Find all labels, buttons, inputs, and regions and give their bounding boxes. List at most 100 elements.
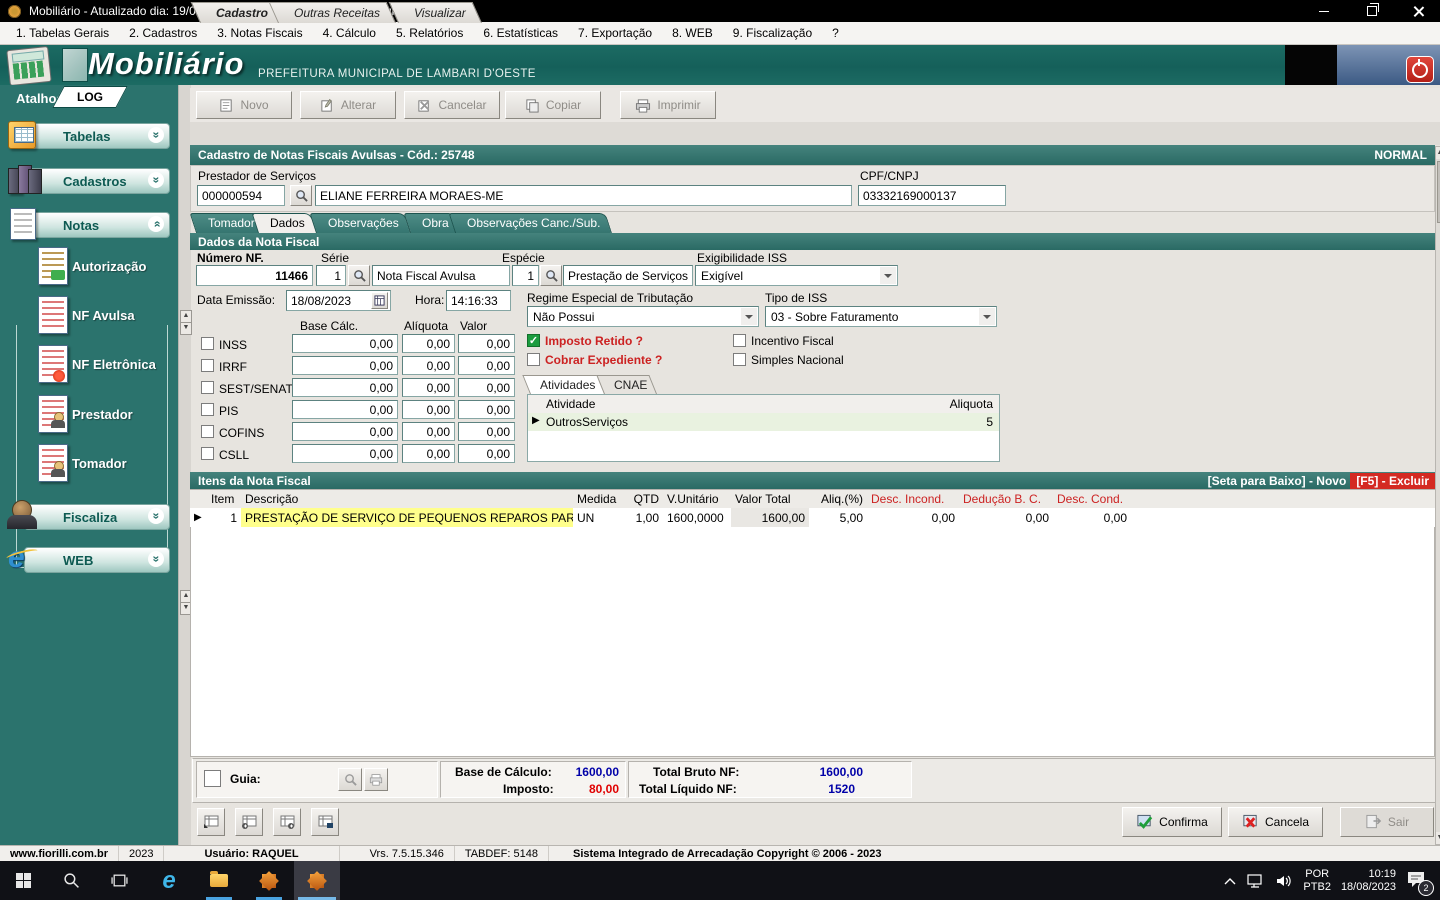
imprimir-button[interactable]: Imprimir [620,91,716,119]
col-qtd[interactable]: QTD [623,490,663,508]
sidebar-item-nf-eletronica[interactable]: NF Eletrônica [10,343,160,387]
sair-button[interactable]: Sair [1340,807,1434,837]
prestador-name-input[interactable] [315,185,852,206]
sidebar-group-fiscaliza[interactable]: Fiscaliza » [6,500,172,532]
prestador-code-input[interactable] [197,185,285,206]
clock[interactable]: 10:19 18/08/2023 [1341,868,1396,894]
hora-input[interactable] [446,290,511,311]
col-desc-incond[interactable]: Desc. Incond. [867,490,959,508]
network-icon[interactable] [1247,873,1265,888]
inss-base-input[interactable] [292,334,398,353]
task-view-button[interactable] [96,861,142,900]
tab-cnae[interactable]: CNAE [604,375,657,394]
cancelar-button[interactable]: Cancelar [404,91,500,119]
sidebar-group-web[interactable]: WEB e » [5,541,172,575]
cofins-checkbox[interactable] [201,425,214,438]
menu-item-estatisticas[interactable]: 6. Estatísticas [473,23,568,43]
nav-first-button[interactable] [197,808,225,836]
serie-input[interactable] [316,265,346,286]
col-medida[interactable]: Medida [573,490,623,508]
tab-observacoes[interactable]: Observações [316,213,411,233]
taskbar-explorer-button[interactable] [196,861,242,900]
tab-observacoes-canc[interactable]: Observações Canc./Sub. [455,213,612,233]
cpf-input[interactable] [858,185,1006,206]
sidebar-log-tab[interactable]: LOG [52,86,128,108]
serie-search-button[interactable] [348,265,370,286]
sest-aliquota-input[interactable] [402,378,455,397]
nav-next-button[interactable] [273,808,301,836]
copiar-button[interactable]: Copiar [505,91,601,119]
cofins-aliquota-input[interactable] [402,422,455,441]
sest-valor-input[interactable] [458,378,515,397]
simples-nacional-checkbox[interactable] [733,353,746,366]
sidebar-group-notas[interactable]: Notas » [6,208,172,240]
prestador-search-button[interactable] [290,185,312,206]
sest-base-input[interactable] [292,378,398,397]
exigibilidade-select[interactable]: Exigível [695,265,898,286]
menu-item-web[interactable]: 8. WEB [662,23,723,43]
csll-base-input[interactable] [292,444,398,463]
inss-aliquota-input[interactable] [402,334,455,353]
csll-valor-input[interactable] [458,444,515,463]
col-v-unitario[interactable]: V.Unitário [663,490,731,508]
taskbar-ie-button[interactable]: e [146,861,192,900]
csll-checkbox[interactable] [201,447,214,460]
col-descricao[interactable]: Descrição [241,490,573,508]
irrf-checkbox[interactable] [201,359,214,372]
cofins-base-input[interactable] [292,422,398,441]
especie-input[interactable] [512,265,539,286]
pis-base-input[interactable] [292,400,398,419]
menu-item-notas-fiscais[interactable]: 3. Notas Fiscais [207,23,312,43]
guia-checkbox[interactable] [204,770,221,787]
numero-input[interactable] [196,265,313,286]
serie-desc-input[interactable] [372,265,510,286]
col-desc-cond[interactable]: Desc. Cond. [1053,490,1131,508]
close-button[interactable] [1396,0,1440,22]
nav-prev-button[interactable] [235,808,263,836]
pis-valor-input[interactable] [458,400,515,419]
cancela-button[interactable]: Cancela [1228,807,1323,837]
minimize-button[interactable] [1302,0,1346,22]
especie-desc-input[interactable] [563,265,693,286]
speaker-icon[interactable] [1275,874,1293,888]
menu-item-cadastros[interactable]: 2. Cadastros [119,23,207,43]
nav-last-button[interactable] [311,808,339,836]
imposto-retido-checkbox[interactable] [527,334,540,347]
col-item[interactable]: Item [207,490,241,508]
tab-outras-receitas[interactable]: Outras Receitas [278,2,396,23]
tab-dados[interactable]: Dados [258,213,317,233]
item-row[interactable]: ▶ 1 PRESTAÇÃO DE SERVIÇO DE PEQUENOS REP… [190,508,1435,527]
restore-button[interactable] [1350,0,1394,22]
confirma-button[interactable]: Confirma [1122,807,1222,837]
taskbar-app2-button-active[interactable] [294,861,340,900]
taskbar-app1-button[interactable] [246,861,292,900]
taskbar-search-button[interactable] [48,861,94,900]
chevron-down-icon[interactable]: » [148,508,164,524]
menu-item-exportacao[interactable]: 7. Exportação [568,23,662,43]
inss-valor-input[interactable] [458,334,515,353]
irrf-base-input[interactable] [292,356,398,375]
cofins-valor-input[interactable] [458,422,515,441]
tab-atividades[interactable]: Atividades [530,375,605,394]
chevron-up-icon[interactable]: » [148,216,164,232]
pis-checkbox[interactable] [201,403,214,416]
notification-button[interactable]: 2 [1406,870,1434,896]
especie-search-button[interactable] [540,265,562,286]
irrf-valor-input[interactable] [458,356,515,375]
tab-visualizar[interactable]: Visualizar [398,2,482,23]
csll-aliquota-input[interactable] [402,444,455,463]
menu-item-help[interactable]: ? [822,23,849,43]
novo-button[interactable]: Novo [196,91,292,119]
regime-select[interactable]: Não Possui [527,306,759,327]
cobrar-expediente-checkbox[interactable] [527,353,540,366]
inss-checkbox[interactable] [201,337,214,350]
chevron-up-icon[interactable] [1223,876,1237,886]
sidebar-group-cadastros[interactable]: Cadastros » [6,165,172,196]
sidebar-group-tabelas[interactable]: Tabelas » [6,121,172,151]
sest-checkbox[interactable] [201,381,214,394]
language-indicator[interactable]: POR PTB2 [1303,868,1331,894]
menu-item-relatorios[interactable]: 5. Relatórios [386,23,473,43]
sidebar-item-prestador[interactable]: Prestador [10,393,160,437]
chevron-down-icon[interactable]: » [148,172,164,188]
sidebar-item-tomador[interactable]: Tomador [10,442,160,486]
